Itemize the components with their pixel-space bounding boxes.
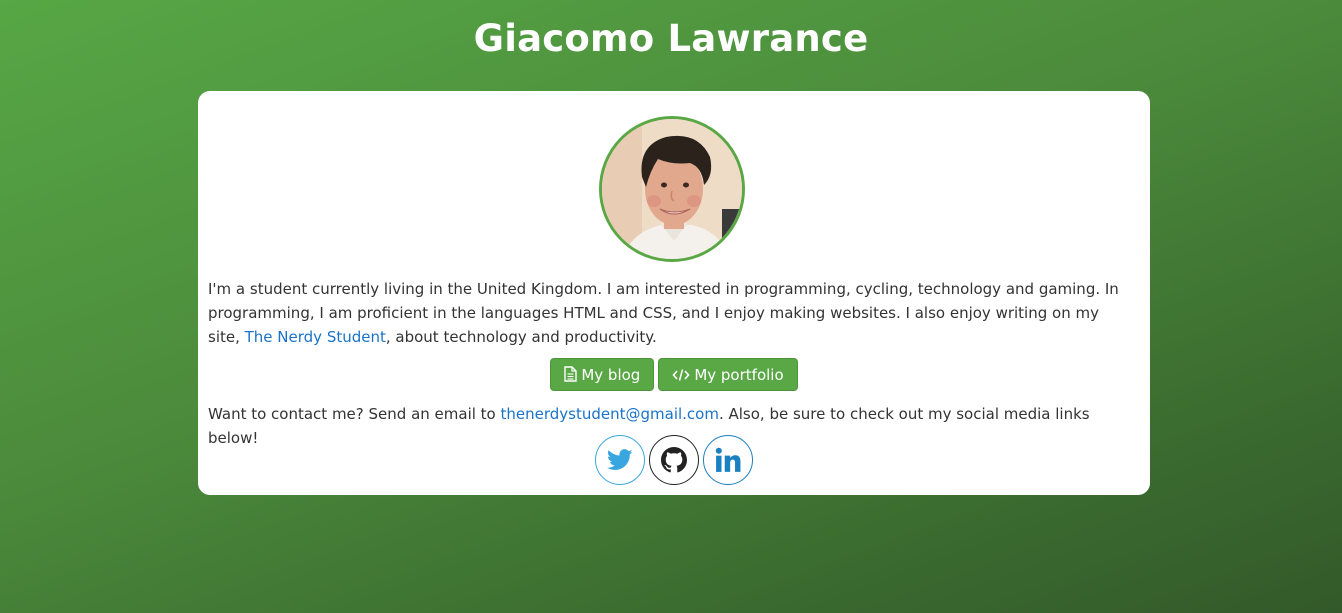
my-portfolio-label: My portfolio bbox=[694, 366, 784, 384]
linkedin-link[interactable] bbox=[703, 435, 753, 485]
code-icon bbox=[672, 369, 690, 381]
profile-photo-illustration bbox=[602, 119, 742, 259]
email-link[interactable]: thenerdystudent@gmail.com bbox=[501, 405, 719, 423]
nerdy-student-link[interactable]: The Nerdy Student bbox=[245, 328, 386, 346]
linkedin-icon bbox=[715, 447, 741, 472]
my-portfolio-button[interactable]: My portfolio bbox=[658, 358, 798, 391]
social-links bbox=[198, 435, 1150, 485]
bio-paragraph: I'm a student currently living in the Un… bbox=[208, 277, 1128, 349]
github-link[interactable] bbox=[649, 435, 699, 485]
button-row: My blog My portfolio bbox=[198, 358, 1150, 391]
bio-text-end: , about technology and productivity. bbox=[385, 328, 657, 346]
contact-text-start: Want to contact me? Send an email to bbox=[208, 405, 501, 423]
github-icon bbox=[661, 447, 687, 473]
profile-card: I'm a student currently living in the Un… bbox=[198, 91, 1150, 495]
my-blog-button[interactable]: My blog bbox=[550, 358, 655, 391]
twitter-link[interactable] bbox=[595, 435, 645, 485]
profile-photo bbox=[599, 116, 745, 262]
document-icon bbox=[564, 366, 578, 382]
my-blog-label: My blog bbox=[581, 366, 641, 384]
twitter-icon bbox=[607, 449, 633, 470]
page-title: Giacomo Lawrance bbox=[473, 17, 869, 60]
